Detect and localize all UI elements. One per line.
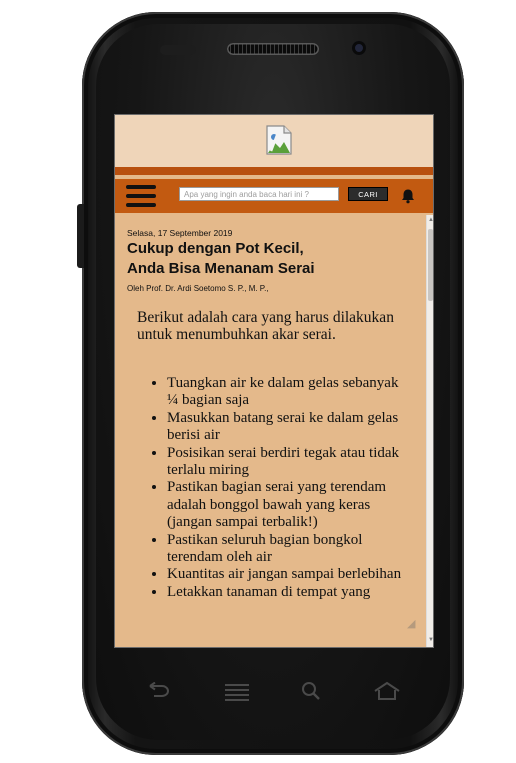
resize-corner-icon: ◢: [407, 618, 416, 630]
back-icon[interactable]: [146, 682, 172, 700]
volume-button: [77, 204, 84, 268]
menu-icon[interactable]: [224, 683, 250, 701]
article-intro: Berikut adalah cara yang harus dilakukan…: [137, 309, 394, 343]
list-item: Pastikan seluruh bagian bongkol terendam…: [167, 532, 407, 567]
list-item: Kuantitas air jangan sampai berlebihan: [167, 566, 407, 583]
header-stripe: [115, 167, 433, 175]
list-item: Tuangkan air ke dalam gelas sebanyak ¼ b…: [167, 375, 407, 410]
scroll-thumb[interactable]: [428, 229, 433, 301]
article-author: Oleh Prof. Dr. Ardi Soetomo S. P., M. P.…: [127, 284, 269, 293]
home-icon[interactable]: [373, 681, 401, 701]
search-icon[interactable]: [300, 681, 322, 701]
article-title: Cukup dengan Pot Kecil, Anda Bisa Menana…: [127, 239, 417, 279]
article-title-line2: Anda Bisa Menanam Serai: [127, 260, 315, 277]
scrollbar[interactable]: ▲ ▼: [426, 215, 433, 647]
search-button[interactable]: CARI: [348, 187, 388, 201]
front-camera: [352, 41, 366, 55]
top-banner: [115, 115, 433, 167]
bell-icon[interactable]: [400, 188, 416, 204]
screen: CARI Selasa, 17 September 2019 Cukup den…: [114, 114, 434, 648]
article-date: Selasa, 17 September 2019: [127, 228, 233, 238]
scroll-down-arrow-icon[interactable]: ▼: [428, 637, 433, 643]
scroll-up-arrow-icon[interactable]: ▲: [428, 217, 433, 223]
list-item: Masukkan batang serai ke dalam gelas ber…: [167, 410, 407, 445]
list-item: Letakkan tanaman di tempat yang: [167, 584, 407, 601]
search-input[interactable]: [179, 187, 339, 201]
list-item: Posisikan serai berdiri tegak atau tidak…: [167, 445, 407, 480]
list-item: Pastikan bagian serai yang terendam adal…: [167, 479, 407, 531]
broken-image-icon: [266, 125, 292, 155]
proximity-sensor: [160, 45, 196, 55]
hamburger-icon[interactable]: [126, 185, 156, 207]
navbar: CARI: [115, 179, 433, 213]
steps-list: Tuangkan air ke dalam gelas sebanyak ¼ b…: [135, 375, 407, 601]
earpiece-speaker: [227, 43, 319, 55]
article-title-line1: Cukup dengan Pot Kecil,: [127, 240, 304, 257]
